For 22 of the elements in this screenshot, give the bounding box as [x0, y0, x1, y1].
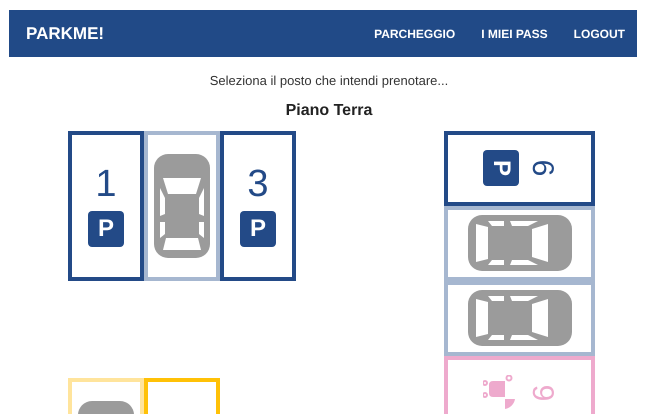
car-icon [154, 154, 210, 258]
spot-number: 1 [95, 164, 117, 202]
brand-logo[interactable]: PARKME! [26, 20, 104, 46]
nav-link[interactable]: I MIEI PASS [481, 24, 548, 42]
car-icon [468, 215, 572, 271]
parking-spot[interactable] [444, 206, 595, 280]
parking-sign-icon: P [240, 210, 276, 246]
nav-link[interactable]: LOGOUT [574, 24, 625, 42]
parking-sign-icon: P [88, 210, 124, 246]
parking-spot[interactable]: 1 P [68, 130, 144, 280]
car-icon [468, 290, 572, 346]
instruction-text: Seleziona il posto che intendi prenotare... [208, 72, 450, 90]
nav-link[interactable]: PARCHEGGIO [374, 24, 456, 42]
parking-spot[interactable]: 6 P [444, 130, 595, 206]
floor-title: Piano Terra [284, 100, 374, 120]
parking-spot[interactable] [444, 280, 595, 356]
spot-number: 9 [526, 384, 556, 402]
spot-number: 3 [247, 164, 269, 202]
parking-spot[interactable] [144, 130, 220, 280]
parking-sign-icon: P [482, 150, 518, 186]
spot-number: 6 [526, 160, 556, 176]
parking-spot[interactable]: 3 P [220, 130, 296, 280]
